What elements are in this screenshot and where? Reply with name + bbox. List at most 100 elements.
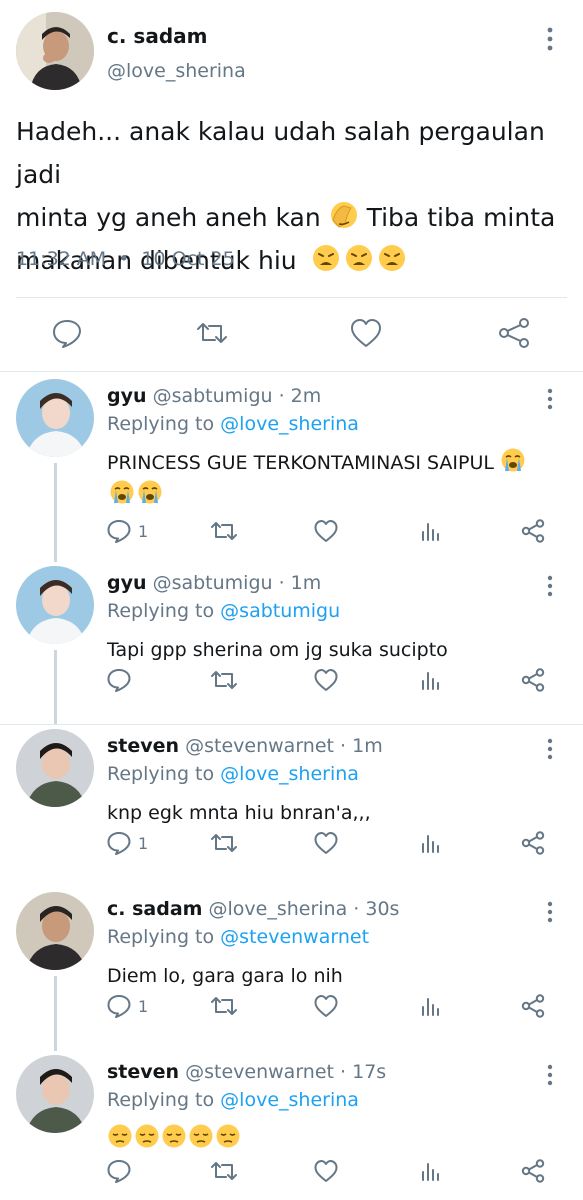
- like-button[interactable]: [313, 666, 339, 694]
- author-name[interactable]: c. sadam: [107, 24, 207, 48]
- replying-to-handle[interactable]: @love_sherina: [220, 413, 359, 435]
- more-options-icon[interactable]: [540, 387, 560, 411]
- retweet-button[interactable]: [210, 517, 238, 545]
- share-button[interactable]: [520, 666, 546, 694]
- like-icon[interactable]: [313, 830, 339, 856]
- like-icon[interactable]: [313, 667, 339, 693]
- author-handle[interactable]: @love_sherina: [209, 898, 348, 920]
- retweet-button[interactable]: [210, 829, 238, 857]
- reply-count: 1: [138, 833, 149, 853]
- reply-button[interactable]: 1: [106, 992, 148, 1020]
- retweet-icon[interactable]: [210, 993, 238, 1019]
- retweet-icon[interactable]: [195, 316, 229, 350]
- replying-to: Replying to @sabtumigu: [107, 600, 340, 622]
- avatar[interactable]: [16, 12, 94, 90]
- like-button[interactable]: [313, 1157, 339, 1185]
- analytics-icon[interactable]: [420, 832, 442, 854]
- replying-to-handle[interactable]: @sabtumigu: [220, 600, 340, 622]
- author-handle[interactable]: @sabtumigu: [153, 572, 273, 594]
- analytics-icon[interactable]: [420, 520, 442, 542]
- stats-button[interactable]: [420, 517, 442, 545]
- share-button[interactable]: [520, 517, 546, 545]
- avatar[interactable]: [16, 892, 94, 970]
- reply-icon[interactable]: [106, 1158, 132, 1184]
- reply-actions: [0, 666, 583, 696]
- retweet-icon[interactable]: [210, 830, 238, 856]
- like-icon[interactable]: [349, 316, 383, 350]
- reply-text: PRINCESS GUE TERKONTAMINASI SAIPUL: [107, 447, 547, 511]
- share-button[interactable]: [520, 829, 546, 857]
- reply-actions: 1: [0, 517, 583, 547]
- avatar[interactable]: [16, 566, 94, 644]
- reply-button[interactable]: [106, 1157, 138, 1185]
- more-options-icon[interactable]: [540, 26, 560, 52]
- replying-to-label: Replying to: [107, 600, 215, 622]
- avatar[interactable]: [16, 1055, 94, 1133]
- reply-icon[interactable]: [106, 830, 132, 856]
- retweet-icon[interactable]: [210, 667, 238, 693]
- author-name[interactable]: steven: [107, 735, 179, 757]
- stats-button[interactable]: [420, 829, 442, 857]
- replying-to-label: Replying to: [107, 763, 215, 785]
- reply-tweet: gyu @sabtumigu · 1m Replying to @sabtumig…: [0, 562, 583, 725]
- author-name[interactable]: gyu: [107, 385, 147, 407]
- more-options-icon[interactable]: [540, 900, 560, 924]
- author-handle[interactable]: @stevenwarnet: [185, 1061, 334, 1083]
- share-icon[interactable]: [497, 316, 531, 350]
- retweet-icon[interactable]: [210, 518, 238, 544]
- replying-to-handle[interactable]: @love_sherina: [220, 1089, 359, 1111]
- author-name[interactable]: gyu: [107, 572, 147, 594]
- retweet-button[interactable]: [210, 666, 238, 694]
- meta-separator: ·: [333, 735, 353, 757]
- share-icon[interactable]: [520, 518, 546, 544]
- like-icon[interactable]: [313, 993, 339, 1019]
- reply-button[interactable]: [106, 666, 138, 694]
- reply-button[interactable]: 1: [106, 829, 148, 857]
- stats-button[interactable]: [420, 992, 442, 1020]
- avatar[interactable]: [16, 379, 94, 457]
- retweet-button[interactable]: [210, 1157, 238, 1185]
- share-icon[interactable]: [520, 667, 546, 693]
- tweet-time: 11:32 AM: [16, 248, 107, 270]
- like-button[interactable]: [313, 829, 339, 857]
- tweet-timestamp: 11:32 AM • 10 Oct 25: [16, 248, 235, 270]
- meta-separator: ·: [272, 385, 291, 407]
- author-name[interactable]: c. sadam: [107, 898, 202, 920]
- share-icon[interactable]: [520, 1158, 546, 1184]
- reply-icon[interactable]: [50, 316, 84, 350]
- like-icon[interactable]: [313, 518, 339, 544]
- author-handle[interactable]: @sabtumigu: [153, 385, 273, 407]
- author-handle[interactable]: @love_sherina: [107, 60, 246, 82]
- share-button[interactable]: [520, 1157, 546, 1185]
- more-options-icon[interactable]: [540, 1063, 560, 1087]
- share-icon[interactable]: [520, 993, 546, 1019]
- stats-button[interactable]: [420, 666, 442, 694]
- stats-button[interactable]: [420, 1157, 442, 1185]
- reply-text: [107, 1123, 547, 1155]
- reply-icon[interactable]: [106, 518, 132, 544]
- like-icon[interactable]: [313, 1158, 339, 1184]
- more-options-icon[interactable]: [540, 737, 560, 761]
- like-button[interactable]: [313, 517, 339, 545]
- analytics-icon[interactable]: [420, 995, 442, 1017]
- author-handle[interactable]: @stevenwarnet: [185, 735, 334, 757]
- reply-text-content: Diem lo, gara gara lo nih: [107, 965, 343, 987]
- reply-icon[interactable]: [106, 667, 132, 693]
- author-name[interactable]: steven: [107, 1061, 179, 1083]
- reply-icon[interactable]: [106, 993, 132, 1019]
- analytics-icon[interactable]: [420, 669, 442, 691]
- reply-tweet: steven @stevenwarnet · 17s Replying to @l…: [0, 1051, 583, 1200]
- avatar[interactable]: [16, 729, 94, 807]
- meta-separator: ·: [347, 898, 366, 920]
- analytics-icon[interactable]: [420, 1160, 442, 1182]
- replying-to-handle[interactable]: @stevenwarnet: [220, 926, 369, 948]
- more-options-icon[interactable]: [540, 574, 560, 598]
- share-button[interactable]: [520, 992, 546, 1020]
- reply-button[interactable]: 1: [106, 517, 148, 545]
- like-button[interactable]: [313, 992, 339, 1020]
- reply-header: steven @stevenwarnet · 1m: [107, 735, 383, 757]
- replying-to-handle[interactable]: @love_sherina: [220, 763, 359, 785]
- retweet-icon[interactable]: [210, 1158, 238, 1184]
- retweet-button[interactable]: [210, 992, 238, 1020]
- share-icon[interactable]: [520, 830, 546, 856]
